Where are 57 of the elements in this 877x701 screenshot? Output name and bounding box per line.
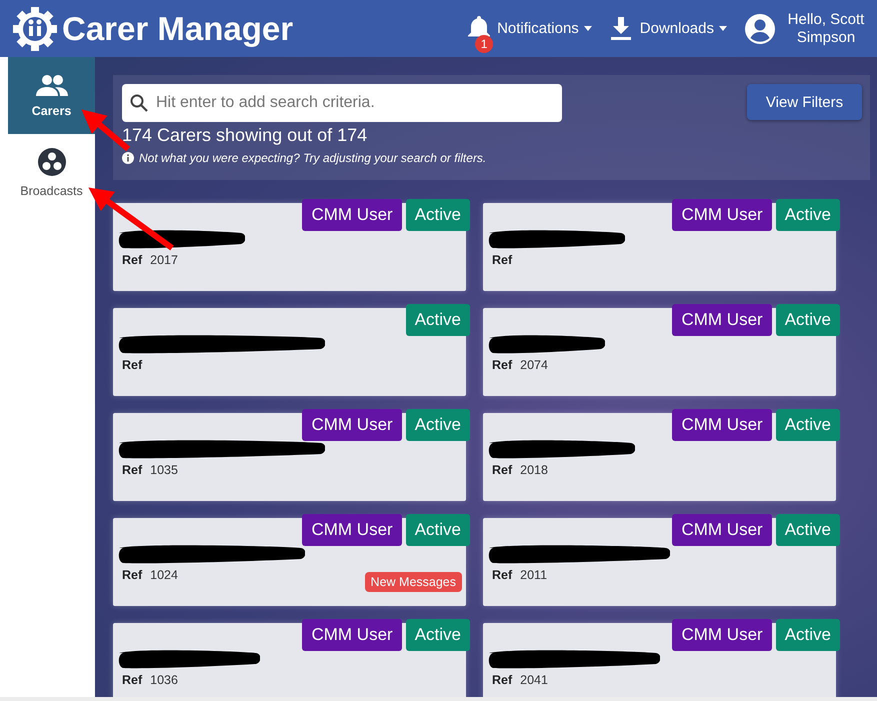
ref-label: Ref: [492, 463, 512, 477]
gear-logo-icon: [12, 6, 58, 52]
ref-number: 2018: [520, 463, 548, 477]
status-tag: Active: [776, 619, 840, 651]
status-tag: Active: [406, 199, 470, 231]
ref-number: 1024: [150, 568, 178, 582]
status-tag: Active: [776, 409, 840, 441]
status-tag: Active: [406, 619, 470, 651]
app-title: Carer Manager: [62, 10, 294, 48]
role-tag: CMM User: [302, 199, 402, 231]
status-tag: Active: [406, 304, 470, 336]
user-avatar-icon[interactable]: [745, 14, 775, 44]
result-count: 174 Carers showing out of 174: [122, 125, 368, 146]
status-tag: Active: [776, 199, 840, 231]
ref-number: 2074: [520, 358, 548, 372]
role-tag: CMM User: [302, 514, 402, 546]
new-messages-tag: New Messages: [364, 572, 462, 592]
status-tag: Active: [776, 514, 840, 546]
ref-number: 2017: [150, 253, 178, 267]
role-tag: CMM User: [672, 514, 772, 546]
user-greeting: Hello, Scott Simpson: [786, 10, 866, 46]
downloads-menu[interactable]: Downloads: [610, 2, 727, 54]
status-tag: Active: [406, 409, 470, 441]
status-tag: Active: [776, 304, 840, 336]
sidebar-item[interactable]: Carers: [8, 57, 95, 134]
info-icon: [122, 152, 134, 164]
search-icon: [130, 94, 148, 112]
people-icon: [36, 74, 68, 96]
role-tag: CMM User: [672, 199, 772, 231]
caret-icon: [584, 26, 592, 31]
ref-label: Ref: [122, 358, 142, 372]
role-tag: CMM User: [672, 409, 772, 441]
ref-label: Ref: [122, 463, 142, 477]
ref-label: Ref: [492, 253, 512, 267]
notifications-menu[interactable]: 1 Notifications: [467, 2, 592, 54]
role-tag: CMM User: [672, 304, 772, 336]
role-tag: CMM User: [672, 619, 772, 651]
status-tag: Active: [406, 514, 470, 546]
ref-label: Ref: [492, 673, 512, 687]
three-dots-circle-icon: [38, 148, 66, 176]
role-tag: CMM User: [302, 619, 402, 651]
role-tag: CMM User: [302, 409, 402, 441]
caret-icon: [719, 26, 727, 31]
download-icon: [610, 16, 632, 40]
view-filters-button[interactable]: View Filters: [747, 84, 862, 120]
hint-text: Not what you were expecting? Try adjusting your search or filters.: [139, 151, 486, 165]
ref-number: 2041: [520, 673, 548, 687]
ref-number: 1035: [150, 463, 178, 477]
ref-label: Ref: [122, 253, 142, 267]
ref-label: Ref: [492, 568, 512, 582]
ref-label: Ref: [122, 673, 142, 687]
ref-label: Ref: [122, 568, 142, 582]
notification-count: 1: [475, 34, 494, 52]
ref-number: 1036: [150, 673, 178, 687]
ref-number: 2011: [520, 568, 548, 582]
search-field[interactable]: Hit enter to add search criteria.: [122, 84, 562, 122]
ref-label: Ref: [492, 358, 512, 372]
